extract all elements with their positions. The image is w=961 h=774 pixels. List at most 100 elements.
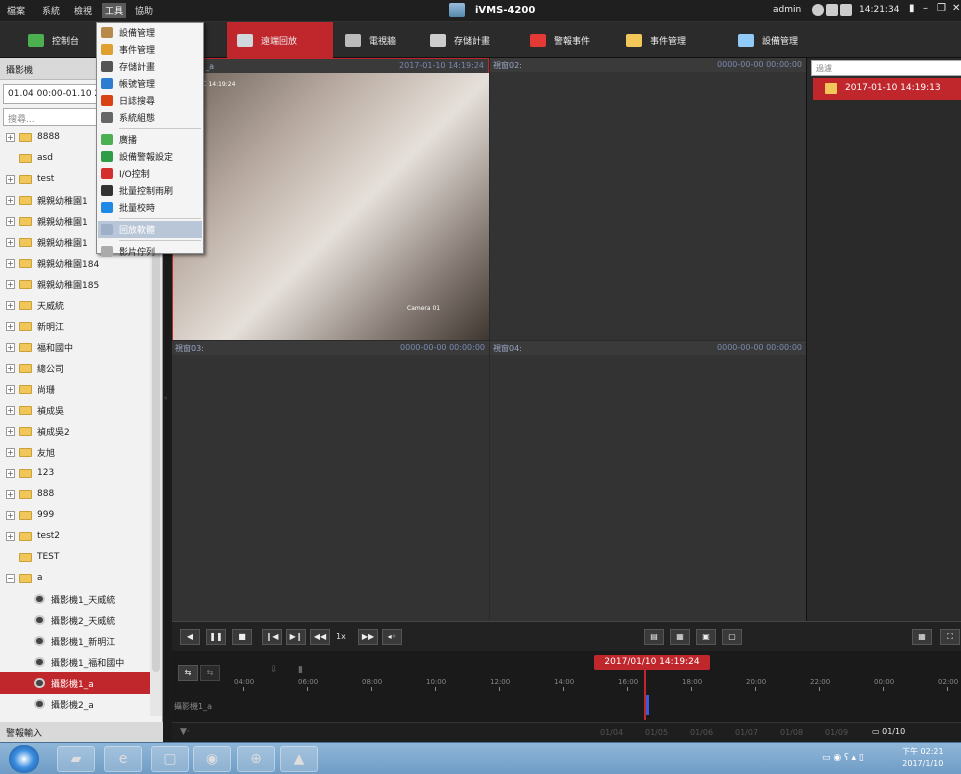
expand-toggle-icon[interactable]: − xyxy=(6,573,15,583)
tools-menu-item[interactable]: 日誌搜尋 xyxy=(98,92,202,109)
menu-file[interactable]: 檔案 xyxy=(7,4,25,17)
expand-toggle-icon[interactable]: + xyxy=(6,468,15,478)
module-remote-playback[interactable]: 遠端回放 xyxy=(227,22,333,58)
tools-menu-item[interactable]: 事件管理 xyxy=(98,41,202,58)
tag-icon[interactable]: ▮ xyxy=(298,665,303,675)
date-item[interactable]: 01/09 xyxy=(825,728,848,737)
expand-toggle-icon[interactable]: + xyxy=(6,363,15,373)
tools-menu-item[interactable]: 批量控制雨刷 xyxy=(98,182,202,199)
minimize-button[interactable]: – xyxy=(923,3,928,14)
menu-system[interactable]: 系統 xyxy=(42,4,60,17)
module-control-panel[interactable]: 控制台 xyxy=(18,22,89,58)
frame-back-button[interactable]: ❙◀ xyxy=(262,629,282,645)
tree-camera-item[interactable]: 攝影機1_新明江 xyxy=(0,630,150,652)
expand-toggle-icon[interactable]: + xyxy=(6,531,15,541)
alarm-input-section[interactable]: 警報輸入 xyxy=(0,722,163,742)
close-button[interactable]: ✕ xyxy=(952,3,960,14)
frame-forward-button[interactable]: ▶❙ xyxy=(286,629,306,645)
module-video-wall[interactable]: 電視牆 xyxy=(335,22,406,58)
tools-menu-item[interactable]: 回放軟體 xyxy=(98,221,202,238)
menu-tools[interactable]: 工具 xyxy=(102,3,127,18)
volume-icon[interactable]: ◂◦ xyxy=(382,629,402,645)
calendar-icon[interactable] xyxy=(840,4,852,16)
tree-group-item[interactable]: + 尚珊 xyxy=(0,378,150,400)
maximize-button[interactable]: ❐ xyxy=(937,3,946,14)
expand-toggle-icon[interactable]: + xyxy=(6,195,15,205)
timeline[interactable]: ⇆ ⇆ ⇩ ▮ 2017/01/10 14:19:24 04:00 06:00 08… xyxy=(172,651,961,722)
start-button[interactable] xyxy=(9,745,39,773)
tree-group-item[interactable]: + 友旭 xyxy=(0,441,150,463)
filter-icon[interactable]: ▼· xyxy=(180,727,190,737)
tools-menu-item[interactable]: 存儲計畫 xyxy=(98,58,202,75)
module-storage-schedule[interactable]: 存儲計畫 xyxy=(420,22,500,58)
recording-file-item[interactable]: 2017-01-10 14:19:13 xyxy=(813,78,961,100)
video-window-2[interactable]: 視窗02: 0000-00-00 00:00:00 xyxy=(490,58,806,340)
lock-icon[interactable]: ▮ xyxy=(909,3,915,14)
module-alarm-event[interactable]: 警報事件 xyxy=(520,22,600,58)
module-device-management[interactable]: 設備管理 xyxy=(728,22,808,58)
tree-group-item[interactable]: + 禎成吳 xyxy=(0,399,150,421)
keyboard-icon[interactable] xyxy=(826,4,838,16)
vca-icon[interactable]: ▢ xyxy=(722,629,742,645)
tree-group-item[interactable]: TEST xyxy=(0,546,150,568)
video-window-3[interactable]: 視窗03: 0000-00-00 00:00:00 xyxy=(172,341,489,621)
tree-camera-item[interactable]: 攝影機1_天威統 xyxy=(0,588,150,610)
tray-icons[interactable]: ▭ ◉ ʕ ▴ ▯ xyxy=(822,753,864,763)
expand-toggle-icon[interactable]: + xyxy=(6,405,15,415)
layout-icon[interactable]: ▦ xyxy=(912,629,932,645)
expand-toggle-icon[interactable]: + xyxy=(6,426,15,436)
collapse-left-icon[interactable]: ◂ xyxy=(163,393,172,405)
tree-group-item[interactable]: + 禎成吳2 xyxy=(0,420,150,442)
date-item[interactable]: 01/08 xyxy=(780,728,803,737)
video-window-1[interactable]: 攝影機1_a 2017-01-10 14:19:24 10 星期二 14:19:… xyxy=(172,58,489,340)
expand-toggle-icon[interactable]: + xyxy=(6,342,15,352)
tree-group-item[interactable]: − a xyxy=(0,567,150,589)
tree-camera-item[interactable]: 攝影機1_福和國中 xyxy=(0,651,150,673)
expand-toggle-icon[interactable]: + xyxy=(6,279,15,289)
ivms-taskbar-icon[interactable]: ▲ xyxy=(280,746,318,772)
tree-camera-item[interactable]: 攝影機2_天威統 xyxy=(0,609,150,631)
expand-toggle-icon[interactable]: + xyxy=(6,216,15,226)
expand-toggle-icon[interactable]: + xyxy=(6,237,15,247)
pos-icon[interactable]: ▣ xyxy=(696,629,716,645)
play-reverse-button[interactable]: ◀ xyxy=(180,629,200,645)
date-item[interactable]: 01/06 xyxy=(690,728,713,737)
menu-view[interactable]: 檢視 xyxy=(74,4,92,17)
slower-button[interactable]: ◀◀ xyxy=(310,629,330,645)
help-icon[interactable] xyxy=(812,4,824,16)
menu-help[interactable]: 協助 xyxy=(135,4,153,17)
expand-toggle-icon[interactable]: + xyxy=(6,489,15,499)
tree-group-item[interactable]: +999 xyxy=(0,504,150,526)
tree-group-item[interactable]: + 親親幼稚園185 xyxy=(0,273,150,295)
tools-menu-item[interactable]: 影片佇列 xyxy=(98,243,202,260)
tree-group-item[interactable]: + 總公司 xyxy=(0,357,150,379)
tree-group-item[interactable]: + 福和國中 xyxy=(0,336,150,358)
stop-button[interactable]: ■ xyxy=(232,629,252,645)
tools-menu-item[interactable]: 廣播 xyxy=(98,131,202,148)
current-date[interactable]: ▭ 01/10 xyxy=(872,727,905,736)
tools-menu-item[interactable]: 設備管理 xyxy=(98,24,202,41)
tree-group-item[interactable]: +888 xyxy=(0,483,150,505)
expand-toggle-icon[interactable]: + xyxy=(6,447,15,457)
chrome-icon[interactable]: ◉ xyxy=(193,746,231,772)
download-icon[interactable]: ⇩ xyxy=(270,665,278,675)
tools-menu-item[interactable]: 系統組態 xyxy=(98,109,202,126)
recording-segment[interactable] xyxy=(646,695,649,715)
tree-group-item[interactable]: + 新明江 xyxy=(0,315,150,337)
tools-menu-item[interactable]: 設備警報設定 xyxy=(98,148,202,165)
date-item[interactable]: 01/05 xyxy=(645,728,668,737)
office-icon[interactable]: ▢ xyxy=(151,746,189,772)
tree-group-item[interactable]: +123 xyxy=(0,462,150,484)
faster-button[interactable]: ▶▶ xyxy=(358,629,378,645)
tools-menu-item[interactable]: 批量校時 xyxy=(98,199,202,216)
tools-menu-item[interactable]: I/O控制 xyxy=(98,165,202,182)
teamviewer-icon[interactable]: ⊕ xyxy=(237,746,275,772)
expand-toggle-icon[interactable]: + xyxy=(6,132,15,142)
atm-icon[interactable]: ▦ xyxy=(670,629,690,645)
timeline-collapse-button[interactable]: ⇆ xyxy=(200,665,220,681)
expand-toggle-icon[interactable]: + xyxy=(6,510,15,520)
expand-toggle-icon[interactable]: + xyxy=(6,174,15,184)
tree-camera-item[interactable]: 攝影機2_a xyxy=(0,693,150,715)
filter-input[interactable]: 過濾 xyxy=(811,60,961,76)
expand-toggle-icon[interactable]: + xyxy=(6,384,15,394)
